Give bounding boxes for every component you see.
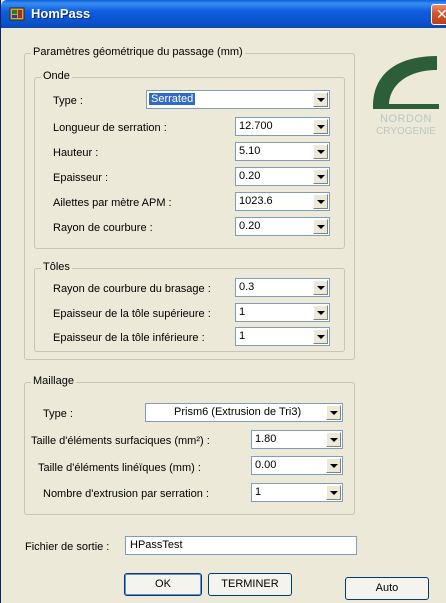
extr-select[interactable]: 1 bbox=[251, 483, 343, 502]
epaisseur-value: 0.20 bbox=[239, 170, 261, 182]
longueur-value: 12.700 bbox=[239, 120, 273, 132]
main-window: HomPass ✕ Paramètres géométrique du pass… bbox=[0, 0, 446, 603]
toles-group-title: Tôles bbox=[41, 261, 72, 273]
maillage-type-select[interactable]: Prism6 (Extrusion de Tri3) bbox=[145, 403, 343, 422]
rayon-select[interactable]: 0.20 bbox=[235, 217, 330, 236]
title-bar[interactable]: HomPass ✕ bbox=[1, 0, 446, 28]
longueur-label: Longueur de serration : bbox=[53, 122, 167, 134]
tole-inf-value: 1 bbox=[239, 330, 246, 342]
ok-button[interactable]: OK bbox=[124, 573, 202, 596]
logo-line-1: NORDON bbox=[380, 113, 432, 125]
auto-button[interactable]: Auto bbox=[345, 577, 429, 600]
chevron-down-icon[interactable] bbox=[313, 329, 328, 344]
onde-type-label: Type : bbox=[53, 95, 83, 107]
hauteur-select[interactable]: 5.10 bbox=[235, 142, 330, 161]
tole-sup-label: Epaisseur de la tôle supérieure : bbox=[53, 308, 211, 320]
hauteur-value: 5.10 bbox=[239, 145, 261, 157]
brasage-select[interactable]: 0.3 bbox=[235, 278, 330, 297]
brasage-value: 0.3 bbox=[239, 281, 255, 293]
close-button[interactable]: ✕ bbox=[431, 4, 446, 25]
tole-inf-select[interactable]: 1 bbox=[235, 327, 330, 346]
ailettes-select[interactable]: 1023.6 bbox=[235, 192, 330, 211]
onde-type-value: Serrated bbox=[149, 93, 196, 105]
chevron-down-icon[interactable] bbox=[326, 405, 341, 420]
surf-value: 1.80 bbox=[255, 433, 277, 445]
epaisseur-select[interactable]: 0.20 bbox=[235, 167, 330, 186]
close-icon: ✕ bbox=[436, 6, 446, 22]
geometry-group-title: Paramètres géométrique du passage (mm) bbox=[31, 46, 245, 58]
nordon-cryogenie-logo: NORDON CRYOGENIE bbox=[367, 48, 445, 140]
tole-sup-value: 1 bbox=[239, 306, 246, 318]
window-title: HomPass bbox=[31, 6, 91, 21]
maillage-type-value: Prism6 (Extrusion de Tri3) bbox=[174, 406, 302, 418]
output-label: Fichier de sortie : bbox=[25, 541, 110, 553]
chevron-down-icon[interactable] bbox=[313, 119, 328, 134]
rayon-value: 0.20 bbox=[239, 220, 261, 232]
maillage-type-label: Type : bbox=[43, 408, 73, 420]
onde-type-select[interactable]: Serrated bbox=[146, 90, 330, 109]
chevron-down-icon[interactable] bbox=[313, 305, 328, 320]
chevron-down-icon[interactable] bbox=[313, 92, 328, 107]
epaisseur-label: Epaisseur : bbox=[53, 172, 109, 184]
extr-label: Nombre d'extrusion par serration : bbox=[43, 488, 209, 500]
ailettes-value: 1023.6 bbox=[239, 195, 273, 207]
chevron-down-icon[interactable] bbox=[326, 458, 341, 473]
maillage-group-title: Maillage bbox=[31, 375, 76, 387]
chevron-down-icon[interactable] bbox=[326, 432, 341, 447]
chevron-down-icon[interactable] bbox=[326, 485, 341, 500]
tole-sup-select[interactable]: 1 bbox=[235, 303, 330, 322]
output-file-input[interactable]: HPassTest bbox=[125, 536, 357, 555]
onde-group-title: Onde bbox=[41, 70, 72, 82]
chevron-down-icon[interactable] bbox=[313, 144, 328, 159]
lin-select[interactable]: 0.00 bbox=[251, 456, 343, 475]
output-file-value: HPassTest bbox=[130, 539, 183, 551]
logo-line-2: CRYOGENIE bbox=[376, 126, 436, 137]
lin-label: Taille d'éléments linéïques (mm) : bbox=[38, 462, 201, 474]
hauteur-label: Hauteur : bbox=[53, 147, 99, 159]
brasage-label: Rayon de courbure du brasage : bbox=[53, 283, 211, 295]
tole-inf-label: Epaisseur de la tôle inférieure : bbox=[53, 332, 205, 344]
surf-label: Taille d'éléments surfaciques (mm²) : bbox=[31, 435, 210, 447]
chevron-down-icon[interactable] bbox=[313, 280, 328, 295]
chevron-down-icon[interactable] bbox=[313, 219, 328, 234]
chevron-down-icon[interactable] bbox=[313, 169, 328, 184]
surf-select[interactable]: 1.80 bbox=[251, 430, 343, 449]
longueur-select[interactable]: 12.700 bbox=[235, 117, 330, 136]
ailettes-label: Ailettes par mètre APM : bbox=[53, 197, 172, 209]
chevron-down-icon[interactable] bbox=[313, 194, 328, 209]
extr-value: 1 bbox=[255, 486, 262, 498]
lin-value: 0.00 bbox=[255, 459, 277, 471]
terminer-button[interactable]: TERMINER bbox=[208, 573, 292, 596]
rayon-label: Rayon de courbure : bbox=[53, 222, 153, 234]
app-icon bbox=[9, 7, 25, 21]
